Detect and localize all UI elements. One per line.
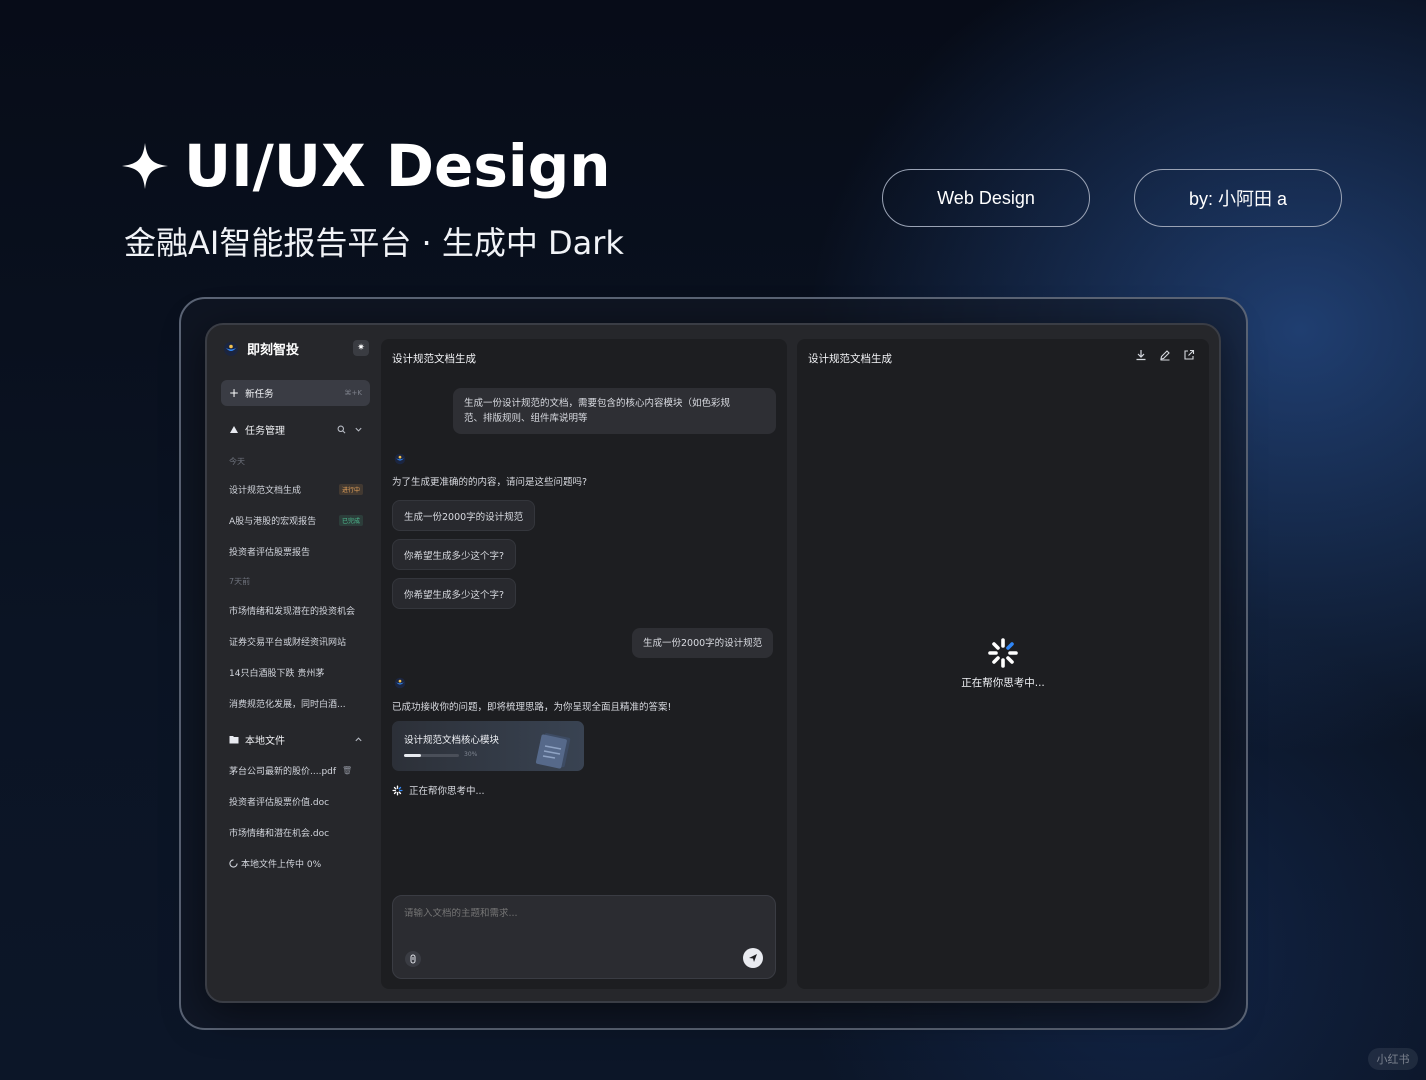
user-message-line: 生成一份设计规范的文档，需要包含的核心内容模块（如色彩规 [464, 398, 731, 409]
task-item-label: 14只白酒股下跌 贵州茅 [229, 669, 325, 679]
file-item[interactable]: 茅台公司最新的股价....pdf 🗑 [229, 764, 363, 777]
file-item-label: 茅台公司最新的股价....pdf [229, 767, 337, 777]
suggestion-option[interactable]: 生成一份2000字的设计规范 [392, 500, 536, 531]
preview-panel: 设计规范文档生成 正在帮你思考中... [797, 339, 1209, 989]
task-item-label: 设计规范文档生成 [229, 486, 302, 496]
edit-icon[interactable] [1159, 349, 1171, 361]
loading-label: 正在帮你思考中... [961, 677, 1045, 689]
generation-card[interactable]: 设计规范文档核心模块 30% [392, 721, 584, 771]
file-item[interactable]: 市场情绪和潜在机会.doc [229, 826, 363, 839]
send-button[interactable] [743, 948, 763, 968]
user-message: 生成一份2000字的设计规范 [632, 628, 774, 658]
sparkle-icon [122, 143, 168, 189]
settings-icon[interactable]: ✷ [353, 340, 369, 356]
group-label-week: 7天前 [229, 577, 251, 586]
task-item-label: A股与港股的宏观报告 [229, 517, 317, 527]
task-section-label: 任务管理 [245, 426, 285, 437]
task-item-label: 投资者评估股票报告 [229, 548, 311, 558]
logo-icon [394, 677, 406, 689]
spinner-icon [988, 638, 1018, 668]
new-task-shortcut: ⌘+K [344, 389, 362, 397]
file-item-label: 投资者评估股票价值.doc [229, 798, 330, 808]
hero-title: UI/UX Design [184, 132, 611, 200]
task-item[interactable]: 消费规范化发展，同时白酒... [229, 697, 363, 710]
progress-fill [404, 754, 421, 757]
thinking-status: 正在帮你思考中... [392, 783, 485, 797]
hero-subtitle: 金融AI智能报告平台 · 生成中 Dark [124, 224, 624, 262]
attach-icon[interactable] [405, 951, 421, 967]
bot-message: 已成功接收你的问题，即将梳理思路，为你呈现全面且精准的答案! [392, 702, 672, 713]
thinking-label: 正在帮你思考中... [409, 786, 485, 797]
task-item-label: 证券交易平台或财经资讯网站 [229, 638, 347, 648]
suggestion-option[interactable]: 你希望生成多少这个字? [392, 539, 517, 570]
task-item-label: 消费规范化发展，同时白酒... [229, 700, 346, 710]
trash-icon[interactable]: 🗑 [342, 766, 352, 775]
chat-panel: 设计规范文档生成 生成一份设计规范的文档，需要包含的核心内容模块（如色彩规 范、… [381, 339, 787, 989]
folder-icon [229, 736, 239, 744]
card-title: 设计规范文档核心模块 [404, 735, 500, 746]
files-section-header[interactable]: 本地文件 [229, 732, 363, 747]
app-window: 即刻智投 ✷ + 新任务 ⌘+K 任务管理 今天 设计规范文档生成 进行中 A股… [205, 323, 1221, 1003]
prompt-input[interactable] [404, 908, 744, 919]
spinner-icon [392, 784, 403, 796]
plus-icon: + [229, 386, 240, 400]
progress-bar [404, 754, 459, 757]
brand[interactable]: 即刻智投 [223, 339, 299, 358]
task-item-label: 市场情绪和发现潜在的投资机会 [229, 607, 356, 617]
task-item[interactable]: 设计规范文档生成 进行中 [229, 483, 363, 496]
preview-toolbar [1135, 349, 1195, 361]
preview-title: 设计规范文档生成 [808, 353, 892, 365]
user-message-line: 范、排版规则、组件库说明等 [464, 413, 588, 424]
web-design-pill: Web Design [882, 169, 1090, 227]
external-link-icon[interactable] [1183, 349, 1195, 361]
upload-status: 本地文件上传中 0% [229, 857, 363, 870]
task-item[interactable]: 14只白酒股下跌 贵州茅 [229, 666, 363, 679]
task-icon [230, 425, 238, 433]
new-task-label: 新任务 [245, 389, 274, 400]
task-item[interactable]: A股与港股的宏观报告 已完成 [229, 514, 363, 527]
send-icon [749, 954, 757, 962]
chevron-up-icon[interactable] [354, 735, 363, 744]
task-item[interactable]: 投资者评估股票报告 [229, 545, 363, 558]
suggestion-option[interactable]: 你希望生成多少这个字? [392, 578, 517, 609]
status-badge: 已完成 [338, 515, 363, 526]
loading-icon [229, 859, 238, 868]
status-badge: 进行中 [338, 484, 363, 495]
author-pill: by: 小阿田 a [1134, 169, 1342, 227]
watermark: 小红书 [1368, 1048, 1418, 1070]
logo-icon [224, 341, 238, 356]
logo-icon [394, 453, 406, 465]
upload-status-label: 本地文件上传中 0% [241, 860, 322, 870]
progress-label: 30% [464, 751, 478, 758]
download-icon[interactable] [1135, 349, 1147, 361]
bot-message: 为了生成更准确的的内容，请问是这些问题吗? [392, 477, 588, 488]
new-task-button[interactable]: + 新任务 ⌘+K [221, 380, 370, 406]
user-message: 生成一份设计规范的文档，需要包含的核心内容模块（如色彩规 范、排版规则、组件库说… [453, 388, 776, 434]
sidebar: 即刻智投 ✷ + 新任务 ⌘+K 任务管理 今天 设计规范文档生成 进行中 A股… [219, 335, 373, 995]
group-label-today: 今天 [229, 457, 245, 466]
loading-indicator: 正在帮你思考中... [797, 637, 1209, 690]
chat-title: 设计规范文档生成 [392, 353, 476, 365]
file-item[interactable]: 投资者评估股票价值.doc [229, 795, 363, 808]
files-section-label: 本地文件 [245, 736, 285, 747]
hero-title-row: UI/UX Design [120, 132, 611, 200]
task-section-header[interactable]: 任务管理 [229, 422, 363, 437]
task-item[interactable]: 市场情绪和发现潜在的投资机会 [229, 604, 363, 617]
document-icon [535, 733, 571, 769]
file-item-label: 市场情绪和潜在机会.doc [229, 829, 330, 839]
brand-name: 即刻智投 [247, 343, 300, 358]
chevron-down-icon[interactable] [354, 425, 363, 434]
search-icon[interactable] [337, 425, 346, 434]
prompt-input-box[interactable] [392, 895, 776, 979]
task-item[interactable]: 证券交易平台或财经资讯网站 [229, 635, 363, 648]
